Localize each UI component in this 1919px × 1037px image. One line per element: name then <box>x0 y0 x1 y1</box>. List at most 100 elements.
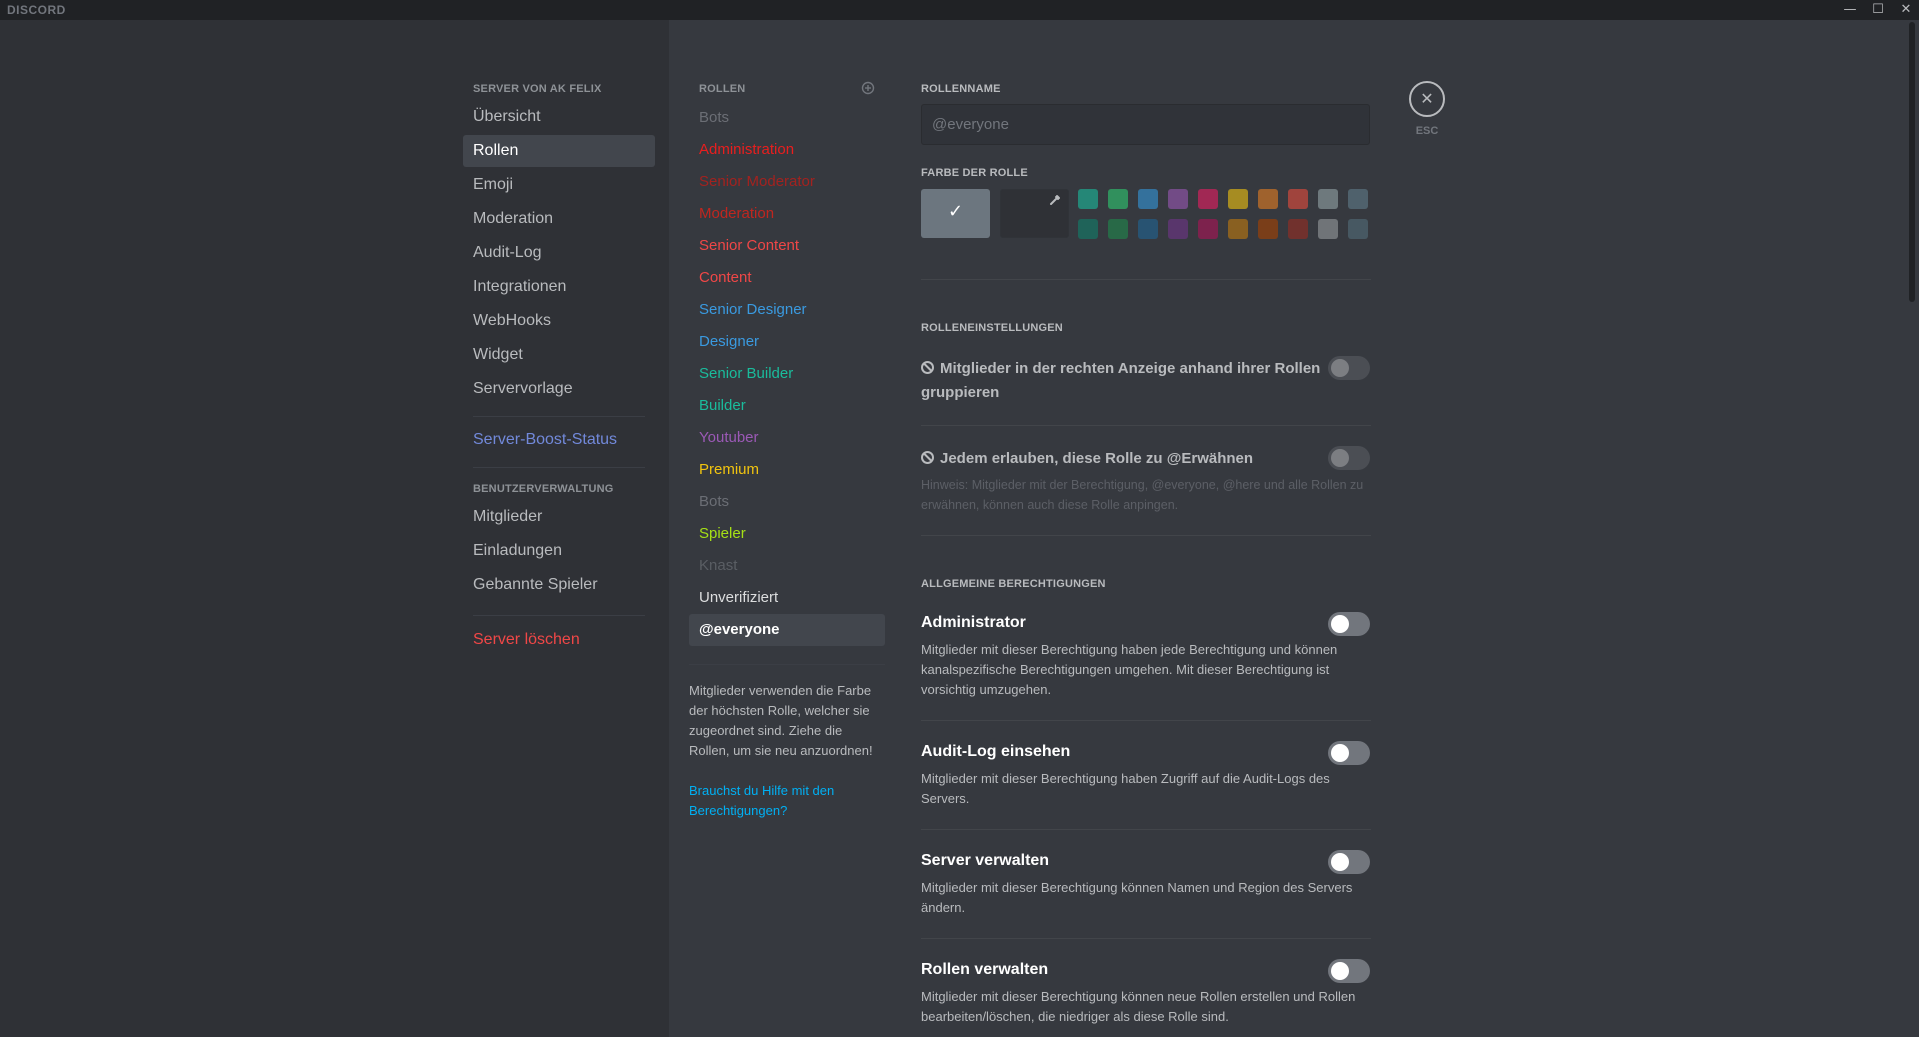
app-logo: DISCORD <box>7 3 66 17</box>
role-item[interactable]: Senior Content <box>689 230 885 262</box>
esc-label: ESC <box>1415 125 1439 137</box>
role-item[interactable]: Designer <box>689 326 885 358</box>
mention-label: Jedem erlauben, diese Rolle zu @Erwähnen <box>940 450 1254 467</box>
permission-title-manage-server: Server verwalten <box>921 852 1050 869</box>
sidebar-item-integrations[interactable]: Integrationen <box>463 271 655 303</box>
color-swatch[interactable] <box>1168 189 1188 209</box>
roles-divider <box>689 664 885 665</box>
color-swatch[interactable] <box>1318 219 1338 239</box>
color-swatch[interactable] <box>1288 189 1308 209</box>
color-swatch[interactable] <box>1228 219 1248 239</box>
color-swatch[interactable] <box>1348 219 1368 239</box>
checkmark-icon: ✓ <box>948 201 964 222</box>
role-item[interactable]: Senior Moderator <box>689 166 885 198</box>
hoist-toggle[interactable] <box>1328 356 1370 380</box>
color-swatch[interactable] <box>1228 189 1248 209</box>
role-item[interactable]: Builder <box>689 390 885 422</box>
permission-desc-administrator: Mitglieder mit dieser Berechtigung haben… <box>921 642 1338 697</box>
section-divider <box>921 720 1371 721</box>
permission-title-audit-log: Audit-Log einsehen <box>921 743 1071 760</box>
sidebar-item-widget[interactable]: Widget <box>463 339 655 371</box>
role-item[interactable]: Senior Designer <box>689 294 885 326</box>
hoist-label: Mitglieder in der rechten Anzeige anhand… <box>921 360 1321 401</box>
sidebar-item-members[interactable]: Mitglieder <box>463 501 655 533</box>
role-item[interactable]: Knast <box>689 550 885 582</box>
color-swatch[interactable] <box>1318 189 1338 209</box>
permission-desc-audit-log: Mitglieder mit dieser Berechtigung haben… <box>921 771 1330 806</box>
sidebar-item-roles[interactable]: Rollen <box>463 135 655 167</box>
sidebar-item-overview[interactable]: Übersicht <box>463 101 655 133</box>
section-divider <box>921 279 1371 280</box>
color-swatch[interactable] <box>1108 189 1128 209</box>
sidebar-item-bans[interactable]: Gebannte Spieler <box>463 569 655 601</box>
sidebar-item-emoji[interactable]: Emoji <box>463 169 655 201</box>
general-permissions-header: ALLGEMEINE BERECHTIGUNGEN <box>921 578 1106 590</box>
color-swatch[interactable] <box>1168 219 1188 239</box>
server-header: SERVER VON AK FELIX <box>473 83 602 95</box>
permission-desc-manage-server: Mitglieder mit dieser Berechtigung könne… <box>921 880 1353 915</box>
sidebar-divider <box>473 467 645 468</box>
role-settings-header: ROLLENEINSTELLUNGEN <box>921 322 1063 334</box>
role-name-input[interactable]: @everyone <box>921 104 1370 145</box>
disabled-icon <box>921 451 934 464</box>
sidebar-item-moderation[interactable]: Moderation <box>463 203 655 235</box>
color-swatch[interactable] <box>1138 189 1158 209</box>
role-item[interactable]: Premium <box>689 454 885 486</box>
role-item[interactable]: Moderation <box>689 198 885 230</box>
section-divider <box>921 425 1371 426</box>
role-item[interactable]: Bots <box>689 486 885 518</box>
color-swatch[interactable] <box>1138 219 1158 239</box>
role-name-label: ROLLENNAME <box>921 83 1001 95</box>
mention-toggle[interactable] <box>1328 446 1370 470</box>
minimize-icon[interactable]: — <box>1836 0 1864 20</box>
color-swatch[interactable] <box>1108 219 1128 239</box>
permission-toggle-manage-roles[interactable] <box>1328 959 1370 983</box>
permission-title-administrator: Administrator <box>921 614 1026 631</box>
section-divider <box>921 938 1371 939</box>
settings-sidebar: SERVER VON AK FELIX Übersicht Rollen Emo… <box>0 20 669 1037</box>
color-swatch[interactable] <box>1288 219 1308 239</box>
user-management-header: BENUTZERVERWALTUNG <box>473 483 614 495</box>
color-swatch[interactable] <box>1258 219 1278 239</box>
role-item[interactable]: Youtuber <box>689 422 885 454</box>
add-role-icon[interactable] <box>861 81 875 95</box>
permission-desc-manage-roles: Mitglieder mit dieser Berechtigung könne… <box>921 989 1356 1024</box>
scrollbar-thumb[interactable] <box>1909 22 1915 302</box>
hoist-setting: Mitglieder in der rechten Anzeige anhand… <box>921 357 1321 405</box>
role-item[interactable]: Senior Builder <box>689 358 885 390</box>
color-swatch[interactable] <box>1348 189 1368 209</box>
role-item[interactable]: Content <box>689 262 885 294</box>
color-swatch[interactable] <box>1258 189 1278 209</box>
permission-toggle-manage-server[interactable] <box>1328 850 1370 874</box>
color-swatch[interactable] <box>1198 219 1218 239</box>
role-item[interactable]: Bots <box>689 102 885 134</box>
disabled-icon <box>921 361 934 374</box>
role-item[interactable]: @everyone <box>689 614 885 646</box>
eyedropper-icon <box>1050 195 1060 205</box>
sidebar-item-server-template[interactable]: Servervorlage <box>463 373 655 405</box>
sidebar-item-webhooks[interactable]: WebHooks <box>463 305 655 337</box>
permission-title-manage-roles: Rollen verwalten <box>921 961 1049 978</box>
permission-toggle-audit-log[interactable] <box>1328 741 1370 765</box>
roles-header: ROLLEN <box>699 83 746 95</box>
sidebar-item-boost-status[interactable]: Server-Boost-Status <box>463 424 655 456</box>
section-divider <box>921 535 1371 536</box>
sidebar-item-delete-server[interactable]: Server löschen <box>463 624 655 656</box>
sidebar-divider <box>473 615 645 616</box>
sidebar-item-audit-log[interactable]: Audit-Log <box>463 237 655 269</box>
color-swatch[interactable] <box>1198 189 1218 209</box>
sidebar-item-invites[interactable]: Einladungen <box>463 535 655 567</box>
permissions-help-link[interactable]: Brauchst du Hilfe mit den Berechtigungen… <box>689 781 885 821</box>
maximize-icon[interactable]: ☐ <box>1864 0 1892 20</box>
close-window-icon[interactable]: ✕ <box>1892 0 1919 20</box>
color-swatch[interactable] <box>1078 189 1098 209</box>
role-item[interactable]: Spieler <box>689 518 885 550</box>
role-item[interactable]: Administration <box>689 134 885 166</box>
color-swatch[interactable] <box>1078 219 1098 239</box>
role-item[interactable]: Unverifiziert <box>689 582 885 614</box>
section-divider <box>921 829 1371 830</box>
permission-toggle-administrator[interactable] <box>1328 612 1370 636</box>
title-bar: DISCORD — ☐ ✕ <box>0 0 1919 20</box>
sidebar-divider <box>473 416 645 417</box>
close-settings-button[interactable]: ✕ <box>1409 81 1445 117</box>
